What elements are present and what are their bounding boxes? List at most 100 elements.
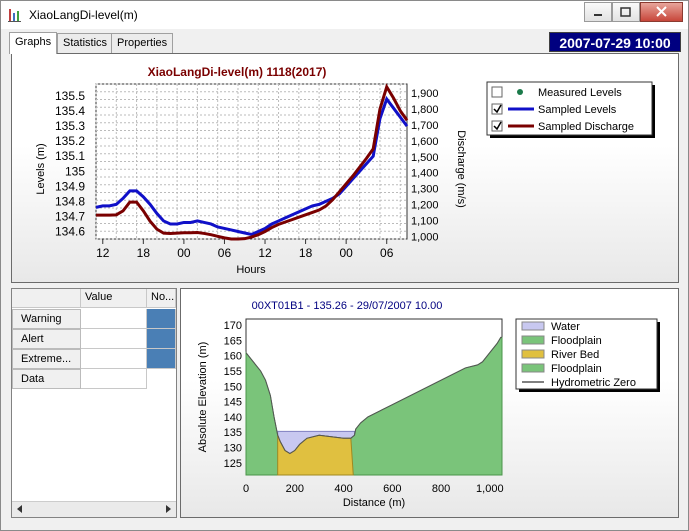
thresholds-grid: Value No... Warning Alert Extreme... Dat… [11,288,177,518]
grid-row-alert[interactable]: Alert [12,329,81,349]
riverbed-swatch [521,349,545,359]
hours-tick-label: 06 [218,246,232,260]
discharge-tick-label: 1,500 [411,152,439,164]
discharge-tick-label: 1,200 [411,200,439,212]
levels-chart-panel: XiaoLangDi-level(m) 1118(2017) 134.6 134.… [11,53,679,283]
legend-label-riverbed: River Bed [551,349,599,361]
levels-legend: Measured Levels Sampled Levels Sampled D… [486,81,655,138]
app-window: XiaoLangDi-level(m) Graphs Statistics Pr… [0,0,689,531]
elevation-y-axis: 125 130 135 140 145 150 155 160 165 170 [224,320,242,470]
extreme-no-cell[interactable] [147,349,176,369]
grid-corner [12,289,81,308]
warning-no-cell[interactable] [147,309,176,329]
distance-axis-label: Distance (m) [343,497,405,509]
scroll-right-icon[interactable] [166,505,171,513]
distance-tick-label: 0 [243,483,249,495]
distance-tick-label: 400 [334,483,352,495]
levels-tick-label: 135.4 [55,104,85,118]
cross-section-panel: 00XT01B1 - 135.26 - 29/07/2007 10.00 125… [180,288,679,518]
grid-row-warning[interactable]: Warning [12,309,81,329]
discharge-tick-label: 1,900 [411,88,439,100]
hours-tick-label: 00 [339,246,353,260]
hours-tick-label: 18 [137,246,151,260]
levels-tick-label: 134.6 [55,224,85,238]
legend-label-sampled-discharge: Sampled Discharge [538,121,634,133]
tab-properties[interactable]: Properties [111,33,174,53]
minimize-icon [594,14,602,16]
distance-tick-label: 600 [383,483,401,495]
elevation-tick-label: 170 [224,320,242,332]
discharge-tick-label: 1,100 [411,215,439,227]
levels-tick-label: 135 [65,164,85,178]
legend-label-water: Water [551,321,580,333]
hours-tick-label: 00 [177,246,191,260]
water-swatch [521,321,545,331]
hours-tick-label: 12 [96,246,110,260]
tab-graphs[interactable]: Graphs [9,32,58,54]
measured-checkbox[interactable] [491,86,503,98]
app-chart-icon [8,9,21,22]
hours-tick-label: 12 [258,246,272,260]
legend-label-floodplain: Floodplain [551,335,602,347]
distance-tick-label: 800 [432,483,450,495]
discharge-y-axis: 1,000 1,100 1,200 1,300 1,400 1,500 1,600 1,700… [411,88,439,243]
hours-tick-label: 06 [380,246,394,260]
measured-marker-icon [517,89,523,95]
grid-horizontal-scrollbar[interactable] [12,501,176,517]
floodplain-swatch-2 [521,363,545,373]
elevation-tick-label: 155 [224,366,242,378]
window-title: XiaoLangDi-level(m) [29,8,138,22]
levels-axis-label: Levels (m) [35,143,47,194]
warning-value-cell[interactable] [81,309,147,329]
maximize-button[interactable] [612,2,640,22]
discharge-tick-label: 1,800 [411,104,439,116]
grid-row-data[interactable]: Data [12,369,81,389]
elevation-tick-label: 145 [224,397,242,409]
data-value-cell[interactable] [81,369,147,389]
elevation-tick-label: 135 [224,427,242,439]
title-bar: XiaoLangDi-level(m) [1,1,688,29]
alert-value-cell[interactable] [81,329,147,349]
distance-tick-label: 1,000 [476,483,504,495]
elevation-tick-label: 125 [224,458,242,470]
levels-tick-label: 135.2 [55,134,85,148]
grid-row-extreme[interactable]: Extreme... [12,349,81,369]
legend-label-sampled-levels: Sampled Levels [538,104,617,116]
levels-chart: XiaoLangDi-level(m) 1118(2017) 134.6134.… [35,65,655,276]
tab-statistics[interactable]: Statistics [57,33,114,53]
legend-label-measured: Measured Levels [538,87,622,99]
discharge-tick-label: 1,400 [411,168,439,180]
elevation-tick-label: 160 [224,351,242,363]
levels-chart-grid [95,83,408,240]
minimize-button[interactable] [584,2,612,22]
elevation-axis-label: Absolute Elevation (m) [197,342,209,453]
floodplain-swatch [521,335,545,345]
hours-axis-label: Hours [236,264,266,276]
current-datetime: 2007-07-29 10:00 [549,32,681,52]
cross-section-legend: Water Floodplain River Bed Floodplain Hy… [515,318,660,392]
grid-header-value[interactable]: Value [81,289,147,308]
cross-section-chart: 00XT01B1 - 135.26 - 29/07/2007 10.00 125… [197,300,660,509]
levels-tick-label: 135.3 [55,119,85,133]
close-button[interactable] [640,2,683,22]
levels-tick-label: 135.1 [55,149,85,163]
discharge-tick-label: 1,300 [411,184,439,196]
hours-x-axis: 12 18 00 06 12 18 00 06 [96,239,394,260]
alert-no-cell[interactable] [147,329,176,349]
levels-tick-label: 134.7 [55,209,85,223]
levels-tick-label: 134.9 [55,179,85,193]
cross-section-fills [245,318,503,476]
levels-chart-title: XiaoLangDi-level(m) 1118(2017) [148,65,327,79]
restore-icon [620,7,631,17]
grid-header-no[interactable]: No... [147,289,176,308]
elevation-tick-label: 140 [224,412,242,424]
elevation-tick-label: 165 [224,335,242,347]
distance-x-axis: 0 200 400 600 800 1,000 [243,483,504,495]
distance-tick-label: 200 [286,483,304,495]
discharge-tick-label: 1,700 [411,120,439,132]
discharge-axis-label: Discharge (m/s) [455,130,467,208]
cross-section-title: 00XT01B1 - 135.26 - 29/07/2007 10.00 [252,300,443,312]
legend-label-floodplain-2: Floodplain [551,363,602,375]
scroll-left-icon[interactable] [17,505,22,513]
extreme-value-cell[interactable] [81,349,147,369]
